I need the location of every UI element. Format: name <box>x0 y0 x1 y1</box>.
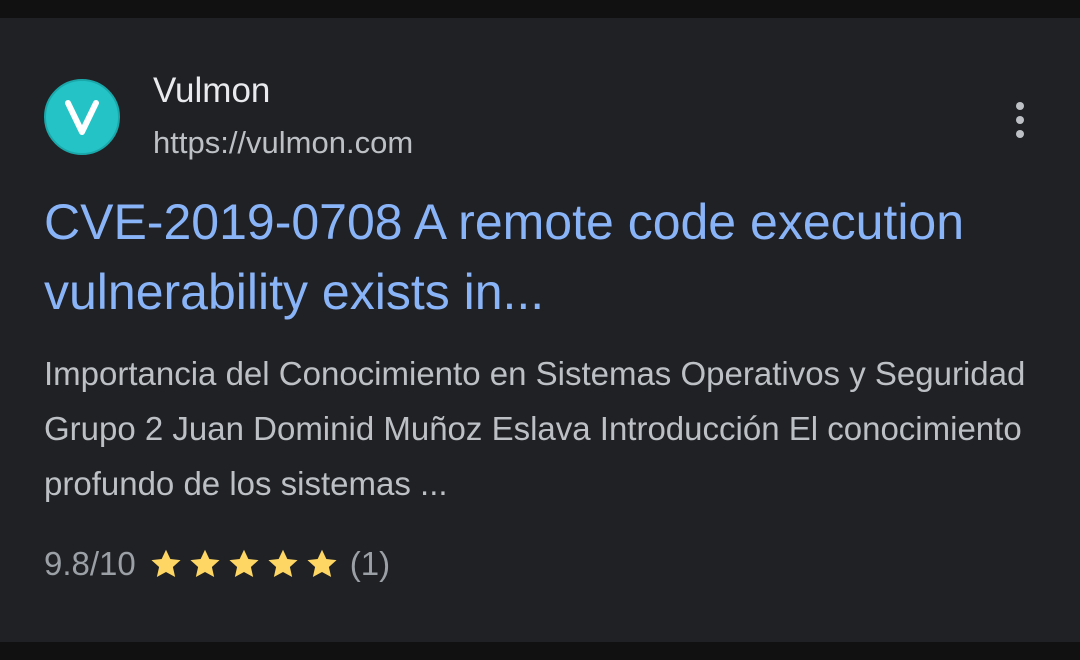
site-name[interactable]: Vulmon <box>153 71 270 111</box>
more-vert-icon-dot <box>1016 102 1024 110</box>
more-vert-icon-dot <box>1016 130 1024 138</box>
rating-count: (1) <box>349 545 391 582</box>
star-icon <box>151 549 181 578</box>
v-logo-icon <box>65 100 99 135</box>
bottom-divider <box>0 642 1080 660</box>
rating-row: 9.8/10 (1) <box>44 541 390 587</box>
vulmon-favicon-icon[interactable] <box>44 79 120 155</box>
more-options-button[interactable] <box>1000 98 1040 142</box>
rating-score: 9.8/10 <box>44 545 136 582</box>
more-vert-icon-dot <box>1016 116 1024 124</box>
rating-stars <box>148 546 340 582</box>
result-snippet: Importancia del Conocimiento en Sistemas… <box>44 355 1026 502</box>
star-icon <box>268 549 298 578</box>
star-icon <box>229 549 259 578</box>
site-url[interactable]: https://vulmon.com <box>153 125 413 161</box>
star-icon <box>190 549 220 578</box>
result-title-link[interactable]: CVE-2019-0708 A remote code execution vu… <box>44 187 1044 327</box>
star-icon <box>307 549 337 578</box>
